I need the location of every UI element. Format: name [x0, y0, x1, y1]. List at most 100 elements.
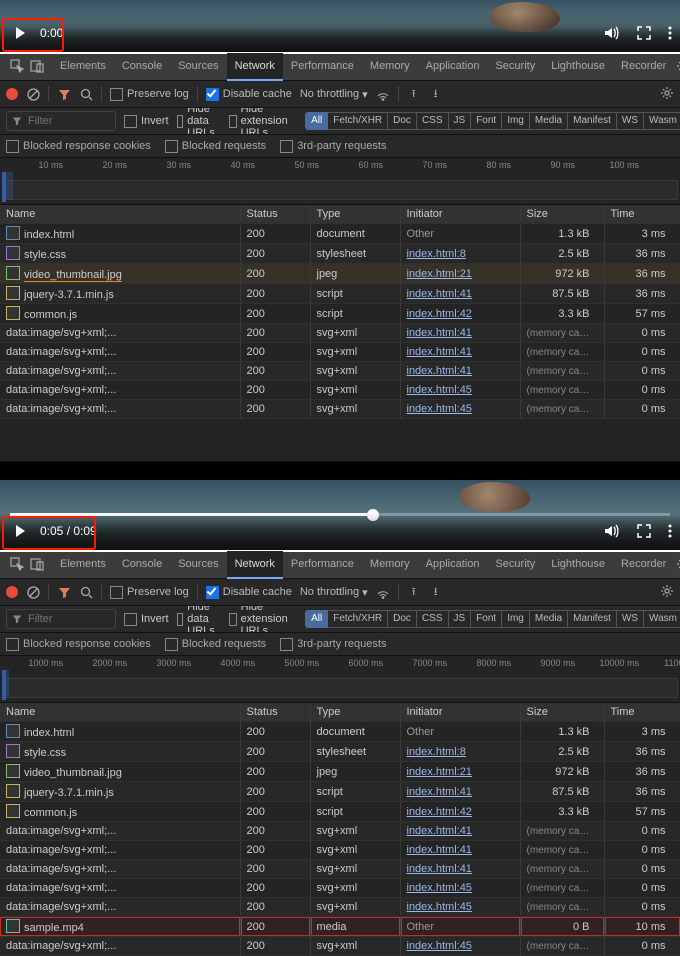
settings-icon[interactable] [660, 86, 674, 103]
initiator-link[interactable]: index.html:21 [407, 766, 472, 778]
col-size[interactable]: Size [520, 703, 604, 722]
col-size[interactable]: Size [520, 205, 604, 224]
col-type[interactable]: Type [310, 703, 400, 722]
type-filter-media[interactable]: Media [530, 112, 568, 130]
table-row[interactable]: data:image/svg+xml;...200svg+xmlindex.ht… [0, 937, 680, 956]
table-row[interactable]: data:image/svg+xml;...200svg+xmlindex.ht… [0, 381, 680, 400]
type-filter-ws[interactable]: WS [617, 610, 644, 628]
hide-extension-urls-checkbox[interactable]: Hide extension URLs [229, 606, 293, 633]
video-player-2[interactable]: 0:05 / 0:09 [0, 480, 680, 550]
clear-icon[interactable] [26, 87, 40, 101]
initiator-link[interactable]: index.html:41 [407, 346, 472, 358]
table-row[interactable]: index.html200documentOther1.3 kB3 ms [0, 722, 680, 742]
table-header-row[interactable]: Name Status Type Initiator Size Time [0, 703, 680, 722]
tab-security[interactable]: Security [487, 551, 543, 577]
network-timeline[interactable]: 10 ms20 ms30 ms40 ms50 ms60 ms70 ms80 ms… [0, 158, 680, 205]
col-type[interactable]: Type [310, 205, 400, 224]
type-filter-img[interactable]: Img [502, 610, 530, 628]
table-row[interactable]: common.js200scriptindex.html:423.3 kB57 … [0, 304, 680, 324]
type-filter-img[interactable]: Img [502, 112, 530, 130]
video-player-1[interactable]: 0:00 [0, 0, 680, 52]
table-row[interactable]: data:image/svg+xml;...200svg+xmlindex.ht… [0, 400, 680, 419]
table-row[interactable]: data:image/svg+xml;...200svg+xmlindex.ht… [0, 898, 680, 917]
col-name[interactable]: Name [0, 703, 240, 722]
table-row[interactable]: jquery-3.7.1.min.js200scriptindex.html:4… [0, 782, 680, 802]
table-row[interactable]: sample.mp4200mediaOther0 B10 ms [0, 917, 680, 937]
export-har-icon[interactable]: ⭳ [429, 585, 443, 599]
network-timeline[interactable]: 1000 ms2000 ms3000 ms4000 ms5000 ms6000 … [0, 656, 680, 703]
initiator-link[interactable]: index.html:45 [407, 882, 472, 894]
invert-checkbox[interactable]: Invert [124, 613, 169, 626]
settings-icon[interactable] [660, 584, 674, 601]
tab-network[interactable]: Network [227, 53, 283, 81]
tab-sources[interactable]: Sources [170, 53, 226, 79]
tab-performance[interactable]: Performance [283, 551, 362, 577]
third-party-checkbox[interactable]: 3rd-party requests [280, 638, 386, 651]
inspect-element-icon[interactable] [10, 59, 24, 76]
import-har-icon[interactable]: ⭱ [407, 87, 421, 101]
tab-console[interactable]: Console [114, 53, 170, 79]
tab-elements[interactable]: Elements [52, 551, 114, 577]
tab-lighthouse[interactable]: Lighthouse [543, 551, 613, 577]
table-header-row[interactable]: Name Status Type Initiator Size Time [0, 205, 680, 224]
type-filter-ws[interactable]: WS [617, 112, 644, 130]
col-time[interactable]: Time [604, 205, 680, 224]
more-icon[interactable] [668, 25, 672, 41]
tab-recorder[interactable]: Recorder [613, 53, 674, 79]
blocked-response-cookies-checkbox[interactable]: Blocked response cookies [6, 638, 151, 651]
type-filter-js[interactable]: JS [449, 610, 472, 628]
initiator-link[interactable]: index.html:8 [407, 248, 466, 260]
type-filter-fetchxhr[interactable]: Fetch/XHR [328, 610, 388, 628]
third-party-checkbox[interactable]: 3rd-party requests [280, 140, 386, 153]
initiator-link[interactable]: index.html:41 [407, 365, 472, 377]
device-toggle-icon[interactable] [30, 59, 44, 76]
tab-elements[interactable]: Elements [52, 53, 114, 79]
fullscreen-icon[interactable] [636, 523, 652, 539]
hide-data-urls-checkbox[interactable]: Hide data URLs [177, 108, 222, 135]
more-icon[interactable] [668, 523, 672, 539]
table-row[interactable]: video_thumbnail.jpg200jpegindex.html:219… [0, 264, 680, 284]
filter-toggle-icon[interactable] [57, 87, 71, 101]
initiator-link[interactable]: index.html:42 [407, 806, 472, 818]
filter-field[interactable] [26, 114, 110, 128]
tab-lighthouse[interactable]: Lighthouse [543, 53, 613, 79]
table-row[interactable]: jquery-3.7.1.min.js200scriptindex.html:4… [0, 284, 680, 304]
blocked-requests-checkbox[interactable]: Blocked requests [165, 140, 266, 153]
play-button[interactable] [6, 19, 34, 47]
tab-network[interactable]: Network [227, 551, 283, 579]
tab-security[interactable]: Security [487, 53, 543, 79]
type-filter-fetchxhr[interactable]: Fetch/XHR [328, 112, 388, 130]
type-filter-doc[interactable]: Doc [388, 112, 417, 130]
col-name[interactable]: Name [0, 205, 240, 224]
hide-data-urls-checkbox[interactable]: Hide data URLs [177, 606, 222, 633]
initiator-link[interactable]: index.html:42 [407, 308, 472, 320]
col-status[interactable]: Status [240, 205, 310, 224]
tab-memory[interactable]: Memory [362, 551, 418, 577]
filter-field[interactable] [26, 612, 110, 626]
type-filter-media[interactable]: Media [530, 610, 568, 628]
initiator-link[interactable]: index.html:41 [407, 786, 472, 798]
type-filter-wasm[interactable]: Wasm [644, 112, 680, 130]
table-row[interactable]: common.js200scriptindex.html:423.3 kB57 … [0, 802, 680, 822]
initiator-link[interactable]: index.html:41 [407, 825, 472, 837]
type-filter-all[interactable]: All [305, 112, 328, 130]
search-icon[interactable] [79, 585, 93, 599]
blocked-response-cookies-checkbox[interactable]: Blocked response cookies [6, 140, 151, 153]
fullscreen-icon[interactable] [636, 25, 652, 41]
initiator-link[interactable]: index.html:41 [407, 288, 472, 300]
table-row[interactable]: data:image/svg+xml;...200svg+xmlindex.ht… [0, 822, 680, 841]
table-row[interactable]: data:image/svg+xml;...200svg+xmlindex.ht… [0, 362, 680, 381]
tab-application[interactable]: Application [418, 53, 488, 79]
type-filter-all[interactable]: All [305, 610, 328, 628]
type-filter-js[interactable]: JS [449, 112, 472, 130]
throttling-select[interactable]: No throttling▾ [300, 586, 368, 599]
type-filter-css[interactable]: CSS [417, 610, 449, 628]
import-har-icon[interactable]: ⭱ [407, 585, 421, 599]
table-row[interactable]: data:image/svg+xml;...200svg+xmlindex.ht… [0, 841, 680, 860]
table-row[interactable]: data:image/svg+xml;...200svg+xmlindex.ht… [0, 324, 680, 343]
initiator-link[interactable]: index.html:21 [407, 268, 472, 280]
tab-recorder[interactable]: Recorder [613, 551, 674, 577]
type-filter-css[interactable]: CSS [417, 112, 449, 130]
tab-console[interactable]: Console [114, 551, 170, 577]
volume-icon[interactable] [602, 522, 620, 540]
